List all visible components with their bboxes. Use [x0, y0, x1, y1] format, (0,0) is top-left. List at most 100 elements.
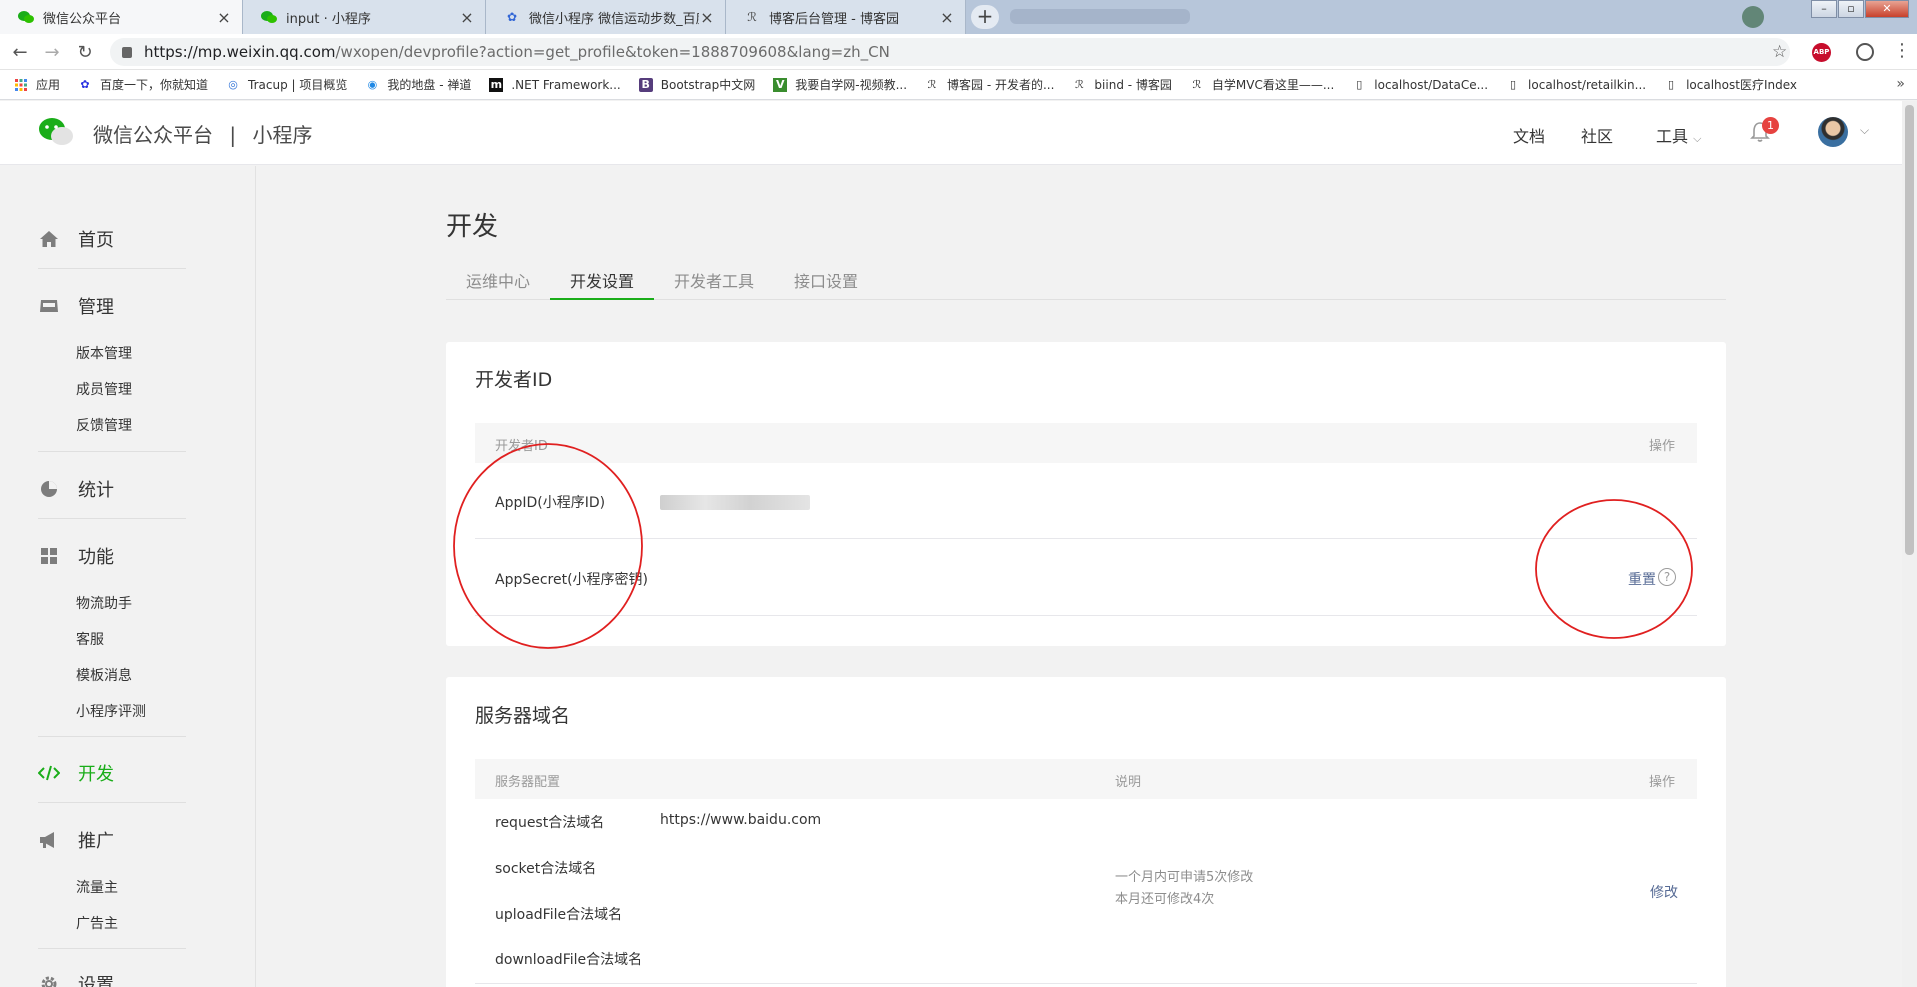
- bookmark-item[interactable]: m .NET Framework...: [489, 77, 621, 92]
- blurred-tab-area: [1010, 9, 1190, 24]
- kebab-menu-icon[interactable]: ⋮: [1893, 40, 1911, 61]
- description-line: 一个月内可申请5次修改: [1115, 870, 1254, 885]
- tracup-icon: ◎: [228, 78, 238, 91]
- close-window-button[interactable]: ✕: [1865, 0, 1909, 18]
- sidebar-item-label: 推广: [78, 831, 114, 852]
- new-tab-button[interactable]: +: [971, 5, 999, 29]
- bookmark-item[interactable]: ℛbiind - 博客园: [1072, 76, 1172, 93]
- section-title: 服务器域名: [475, 705, 571, 727]
- table-header: 服务器配置 说明 操作: [475, 759, 1697, 799]
- sidebar-item-version[interactable]: 版本管理: [76, 343, 132, 363]
- page-scrollbar[interactable]: [1902, 101, 1917, 987]
- bookmark-label: 应用: [36, 78, 61, 92]
- sidebar-item-label: 统计: [78, 480, 114, 501]
- bookmark-item[interactable]: ℛ 自学MVC看这里——...: [1190, 76, 1335, 93]
- adblock-plus-icon[interactable]: ABP: [1812, 43, 1831, 62]
- nav-community[interactable]: 社区: [1581, 123, 1613, 147]
- sidebar-item-manage[interactable]: 管理: [38, 293, 114, 319]
- bookmark-item[interactable]: ℛ 博客园 - 开发者的...: [925, 76, 1055, 93]
- tab-api-settings[interactable]: 接口设置: [774, 268, 878, 300]
- tab-ops-center[interactable]: 运维中心: [446, 268, 550, 300]
- divider: [38, 518, 186, 519]
- chevron-right-icon[interactable]: »: [1896, 76, 1905, 92]
- browser-tab-3[interactable]: ✿ 微信小程序 微信运动步数_百度搜 ×: [486, 0, 726, 34]
- bookmark-apps[interactable]: 应用: [14, 76, 60, 93]
- sidebar-item-logistics[interactable]: 物流助手: [76, 593, 132, 613]
- sidebar-item-develop[interactable]: 开发: [38, 760, 114, 786]
- bookmark-item[interactable]: ▯ localhost/retailkin...: [1506, 78, 1646, 92]
- sidebar-item-advertiser[interactable]: 广告主: [76, 913, 118, 933]
- url-field[interactable]: https://mp.weixin.qq.com/wxopen/devprofi…: [110, 38, 1790, 66]
- reload-icon[interactable]: ↻: [75, 42, 95, 63]
- close-tab-icon[interactable]: ×: [939, 8, 955, 27]
- url-host: https://mp.weixin.qq.com: [144, 43, 336, 61]
- sidebar-item-evaluation[interactable]: 小程序评测: [76, 701, 146, 721]
- appid-label: AppID(小程序ID): [495, 495, 606, 511]
- browser-tab-2[interactable]: input · 小程序 ×: [243, 0, 486, 34]
- sidebar-item-members[interactable]: 成员管理: [76, 379, 132, 399]
- chevron-down-icon: ⌵: [1693, 132, 1702, 145]
- appid-value-redacted: [660, 495, 810, 510]
- zixue-icon: V: [773, 77, 788, 92]
- sidebar-item-stats[interactable]: 统计: [38, 476, 114, 502]
- window-controls: – ▫ ✕: [1810, 0, 1909, 18]
- sidebar-item-features[interactable]: 功能: [38, 543, 114, 569]
- bookmark-label: .NET Framework...: [511, 77, 621, 92]
- upload-domain-label: uploadFile合法域名: [495, 907, 623, 923]
- bookmark-item[interactable]: B Bootstrap中文网: [638, 76, 755, 93]
- bookmark-item[interactable]: ▯ localhost/DataCe...: [1352, 78, 1488, 92]
- sidebar-item-home[interactable]: 首页: [38, 226, 114, 252]
- close-tab-icon[interactable]: ×: [459, 8, 475, 27]
- nav-docs[interactable]: 文档: [1513, 123, 1545, 147]
- sidebar-item-settings[interactable]: 设置: [38, 971, 114, 987]
- tab-dev-tools[interactable]: 开发者工具: [654, 268, 774, 300]
- page-title: 开发: [446, 212, 499, 242]
- bookmark-item[interactable]: ✿ 百度一下，你就知道: [78, 76, 208, 93]
- wechat-logo-icon[interactable]: [38, 117, 74, 147]
- bookmark-label: biind - 博客园: [1094, 78, 1172, 92]
- scrollbar-thumb[interactable]: [1905, 105, 1914, 555]
- sidebar-item-traffic-owner[interactable]: 流量主: [76, 877, 118, 897]
- request-domain-label: request合法域名: [495, 815, 605, 831]
- column-header-description: 说明: [1115, 775, 1142, 790]
- chevron-down-icon[interactable]: ⌵: [1860, 123, 1869, 138]
- back-arrow-icon[interactable]: ←: [10, 42, 30, 63]
- bookmark-star-icon[interactable]: ☆: [1772, 42, 1787, 62]
- apps-grid-icon: [14, 78, 28, 92]
- modify-button[interactable]: 修改: [1650, 882, 1678, 902]
- account-icon[interactable]: [1856, 43, 1874, 61]
- divider: [38, 948, 186, 949]
- sidebar-item-customer-service[interactable]: 客服: [76, 629, 104, 649]
- baidu-paw-icon: ✿: [506, 10, 518, 24]
- browser-tab-4[interactable]: ℛ 博客后台管理 - 博客园 ×: [726, 0, 966, 34]
- help-icon[interactable]: ?: [1658, 568, 1676, 586]
- forward-arrow-icon[interactable]: →: [42, 42, 62, 63]
- tab-dev-settings[interactable]: 开发设置: [550, 268, 655, 300]
- page-icon: ▯: [1356, 78, 1363, 91]
- nav-tools[interactable]: 工具 ⌵: [1656, 123, 1701, 147]
- bookmark-item[interactable]: ◎ Tracup | 项目概览: [226, 76, 347, 93]
- close-tab-icon[interactable]: ×: [699, 8, 715, 27]
- close-tab-icon[interactable]: ×: [216, 8, 232, 27]
- bookmark-item[interactable]: V 我要自学网-视频教...: [773, 76, 907, 93]
- sidebar-item-template-message[interactable]: 模板消息: [76, 665, 132, 685]
- browser-tab-1[interactable]: 微信公众平台 ×: [0, 0, 243, 34]
- sidebar-item-label: 管理: [78, 297, 114, 318]
- bookmark-item[interactable]: ▯ localhost医疗Index: [1664, 76, 1797, 93]
- nav-tools-label: 工具: [1656, 127, 1689, 146]
- avatar[interactable]: [1818, 117, 1848, 147]
- table-header: 开发者ID 操作: [475, 423, 1697, 463]
- sidebar-item-promote[interactable]: 推广: [38, 827, 114, 853]
- brand-title[interactable]: 微信公众平台 | 小程序: [93, 119, 312, 148]
- address-bar: ← → ↻ https://mp.weixin.qq.com/wxopen/de…: [0, 34, 1917, 70]
- reset-button[interactable]: 重置: [1628, 569, 1656, 589]
- minimize-button[interactable]: –: [1811, 0, 1837, 18]
- cnblogs-icon: ℛ: [1192, 78, 1202, 91]
- sidebar-item-feedback[interactable]: 反馈管理: [76, 415, 132, 435]
- bookmark-item[interactable]: ◉ 我的地盘 - 禅道: [365, 76, 472, 93]
- bookmark-label: 我的地盘 - 禅道: [387, 78, 472, 92]
- megaphone-icon: [38, 829, 60, 851]
- maximize-button[interactable]: ▫: [1838, 0, 1864, 18]
- browser-profile-avatar[interactable]: [1742, 6, 1764, 28]
- bookmark-label: 博客园 - 开发者的...: [947, 78, 1055, 92]
